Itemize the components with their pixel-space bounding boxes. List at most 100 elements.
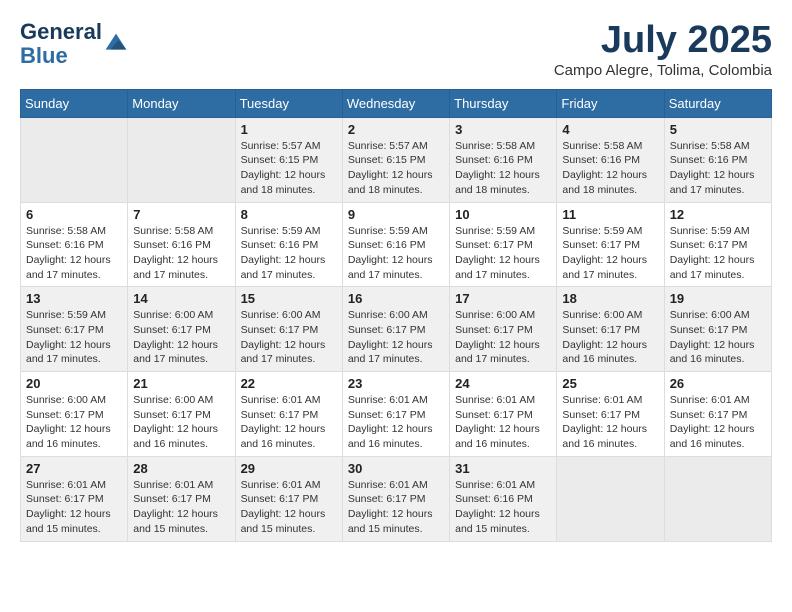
location: Campo Alegre, Tolima, Colombia: [554, 62, 772, 79]
calendar: SundayMondayTuesdayWednesdayThursdayFrid…: [20, 89, 772, 542]
day-number: 28: [133, 461, 229, 476]
day-number: 20: [26, 376, 122, 391]
day-number: 25: [562, 376, 658, 391]
calendar-cell: 11 Sunrise: 5:59 AMSunset: 6:17 PMDayligh…: [557, 202, 664, 287]
logo-icon: [104, 32, 128, 56]
day-info: Sunrise: 6:00 AMSunset: 6:17 PMDaylight:…: [26, 393, 122, 452]
calendar-cell: 1 Sunrise: 5:57 AMSunset: 6:15 PMDaylight…: [235, 117, 342, 202]
calendar-cell: 13Sunrise: 5:59 AMSunset: 6:17 PMDayligh…: [21, 287, 128, 372]
day-number: 23: [348, 376, 444, 391]
calendar-cell: 20 Sunrise: 6:00 AMSunset: 6:17 PMDayligh…: [21, 372, 128, 457]
calendar-cell: 10 Sunrise: 5:59 AMSunset: 6:17 PMDayligh…: [450, 202, 557, 287]
day-info: Sunrise: 6:00 AMSunset: 6:17 PMDaylight:…: [348, 308, 444, 367]
day-number: 9: [348, 207, 444, 222]
day-info: Sunrise: 6:01 AMSunset: 6:17 PMDaylight:…: [670, 393, 766, 452]
calendar-cell: 22 Sunrise: 6:01 AMSunset: 6:17 PMDayligh…: [235, 372, 342, 457]
logo-text: GeneralBlue: [20, 20, 102, 68]
day-number: 27: [26, 461, 122, 476]
day-info: Sunrise: 5:58 AMSunset: 6:16 PMDaylight:…: [455, 139, 551, 198]
day-number: 15: [241, 291, 337, 306]
day-info: Sunrise: 5:58 AMSunset: 6:16 PMDaylight:…: [26, 224, 122, 283]
weekday-header: Sunday: [21, 89, 128, 117]
calendar-cell: 25 Sunrise: 6:01 AMSunset: 6:17 PMDayligh…: [557, 372, 664, 457]
weekday-header: Tuesday: [235, 89, 342, 117]
day-info: Sunrise: 6:01 AMSunset: 6:17 PMDaylight:…: [562, 393, 658, 452]
day-number: 22: [241, 376, 337, 391]
day-info: Sunrise: 5:59 AMSunset: 6:17 PMDaylight:…: [562, 224, 658, 283]
calendar-cell: 27 Sunrise: 6:01 AMSunset: 6:17 PMDayligh…: [21, 456, 128, 541]
day-number: 7: [133, 207, 229, 222]
day-info: Sunrise: 5:59 AMSunset: 6:16 PMDaylight:…: [241, 224, 337, 283]
calendar-week-row: 27 Sunrise: 6:01 AMSunset: 6:17 PMDayligh…: [21, 456, 772, 541]
weekday-header-row: SundayMondayTuesdayWednesdayThursdayFrid…: [21, 89, 772, 117]
day-number: 12: [670, 207, 766, 222]
calendar-cell: 15Sunrise: 6:00 AMSunset: 6:17 PMDayligh…: [235, 287, 342, 372]
calendar-cell: 26 Sunrise: 6:01 AMSunset: 6:17 PMDayligh…: [664, 372, 771, 457]
weekday-header: Friday: [557, 89, 664, 117]
day-number: 26: [670, 376, 766, 391]
day-info: Sunrise: 5:59 AMSunset: 6:16 PMDaylight:…: [348, 224, 444, 283]
day-number: 6: [26, 207, 122, 222]
day-number: 21: [133, 376, 229, 391]
day-number: 30: [348, 461, 444, 476]
day-number: 4: [562, 122, 658, 137]
day-info: Sunrise: 6:01 AMSunset: 6:17 PMDaylight:…: [348, 393, 444, 452]
calendar-week-row: 13Sunrise: 5:59 AMSunset: 6:17 PMDayligh…: [21, 287, 772, 372]
day-info: Sunrise: 6:01 AMSunset: 6:17 PMDaylight:…: [26, 478, 122, 537]
calendar-cell: 7 Sunrise: 5:58 AMSunset: 6:16 PMDaylight…: [128, 202, 235, 287]
weekday-header: Saturday: [664, 89, 771, 117]
day-info: Sunrise: 5:59 AMSunset: 6:17 PMDaylight:…: [670, 224, 766, 283]
day-number: 8: [241, 207, 337, 222]
calendar-cell: 28 Sunrise: 6:01 AMSunset: 6:17 PMDayligh…: [128, 456, 235, 541]
day-info: Sunrise: 5:57 AMSunset: 6:15 PMDaylight:…: [348, 139, 444, 198]
day-info: Sunrise: 6:00 AMSunset: 6:17 PMDaylight:…: [562, 308, 658, 367]
day-number: 31: [455, 461, 551, 476]
day-info: Sunrise: 6:01 AMSunset: 6:17 PMDaylight:…: [241, 393, 337, 452]
day-number: 11: [562, 207, 658, 222]
day-info: Sunrise: 6:01 AMSunset: 6:16 PMDaylight:…: [455, 478, 551, 537]
day-info: Sunrise: 6:01 AMSunset: 6:17 PMDaylight:…: [348, 478, 444, 537]
calendar-cell: 21 Sunrise: 6:00 AMSunset: 6:17 PMDayligh…: [128, 372, 235, 457]
calendar-cell: 6 Sunrise: 5:58 AMSunset: 6:16 PMDaylight…: [21, 202, 128, 287]
calendar-cell: 19 Sunrise: 6:00 AMSunset: 6:17 PMDayligh…: [664, 287, 771, 372]
calendar-week-row: 1 Sunrise: 5:57 AMSunset: 6:15 PMDaylight…: [21, 117, 772, 202]
logo: GeneralBlue: [20, 20, 128, 68]
calendar-cell: 12 Sunrise: 5:59 AMSunset: 6:17 PMDayligh…: [664, 202, 771, 287]
day-info: Sunrise: 6:00 AMSunset: 6:17 PMDaylight:…: [670, 308, 766, 367]
day-info: Sunrise: 6:01 AMSunset: 6:17 PMDaylight:…: [455, 393, 551, 452]
calendar-cell: 18 Sunrise: 6:00 AMSunset: 6:17 PMDayligh…: [557, 287, 664, 372]
day-number: 24: [455, 376, 551, 391]
title-block: July 2025 Campo Alegre, Tolima, Colombia: [554, 20, 772, 79]
calendar-cell: 9 Sunrise: 5:59 AMSunset: 6:16 PMDaylight…: [342, 202, 449, 287]
day-info: Sunrise: 6:00 AMSunset: 6:17 PMDaylight:…: [133, 308, 229, 367]
day-number: 29: [241, 461, 337, 476]
day-number: 10: [455, 207, 551, 222]
day-number: 18: [562, 291, 658, 306]
calendar-cell: 24 Sunrise: 6:01 AMSunset: 6:17 PMDayligh…: [450, 372, 557, 457]
day-info: Sunrise: 6:00 AMSunset: 6:17 PMDaylight:…: [133, 393, 229, 452]
calendar-cell: 5Sunrise: 5:58 AMSunset: 6:16 PMDaylight…: [664, 117, 771, 202]
calendar-cell: [128, 117, 235, 202]
day-number: 16: [348, 291, 444, 306]
day-info: Sunrise: 5:58 AMSunset: 6:16 PMDaylight:…: [133, 224, 229, 283]
day-info: Sunrise: 5:59 AMSunset: 6:17 PMDaylight:…: [455, 224, 551, 283]
calendar-cell: 31 Sunrise: 6:01 AMSunset: 6:16 PMDayligh…: [450, 456, 557, 541]
day-info: Sunrise: 5:58 AMSunset: 6:16 PMDaylight:…: [670, 139, 766, 198]
calendar-cell: 29 Sunrise: 6:01 AMSunset: 6:17 PMDayligh…: [235, 456, 342, 541]
day-number: 1: [241, 122, 337, 137]
day-number: 19: [670, 291, 766, 306]
day-info: Sunrise: 6:01 AMSunset: 6:17 PMDaylight:…: [133, 478, 229, 537]
page-header: GeneralBlue July 2025 Campo Alegre, Toli…: [20, 20, 772, 79]
day-number: 14: [133, 291, 229, 306]
calendar-cell: 14 Sunrise: 6:00 AMSunset: 6:17 PMDayligh…: [128, 287, 235, 372]
month-title: July 2025: [554, 20, 772, 62]
calendar-cell: 2Sunrise: 5:57 AMSunset: 6:15 PMDaylight…: [342, 117, 449, 202]
calendar-cell: 30 Sunrise: 6:01 AMSunset: 6:17 PMDayligh…: [342, 456, 449, 541]
calendar-cell: 3 Sunrise: 5:58 AMSunset: 6:16 PMDaylight…: [450, 117, 557, 202]
day-info: Sunrise: 5:57 AMSunset: 6:15 PMDaylight:…: [241, 139, 337, 198]
day-info: Sunrise: 5:59 AMSunset: 6:17 PMDaylight:…: [26, 308, 122, 367]
day-info: Sunrise: 6:01 AMSunset: 6:17 PMDaylight:…: [241, 478, 337, 537]
calendar-week-row: 6 Sunrise: 5:58 AMSunset: 6:16 PMDaylight…: [21, 202, 772, 287]
calendar-cell: [21, 117, 128, 202]
day-number: 3: [455, 122, 551, 137]
